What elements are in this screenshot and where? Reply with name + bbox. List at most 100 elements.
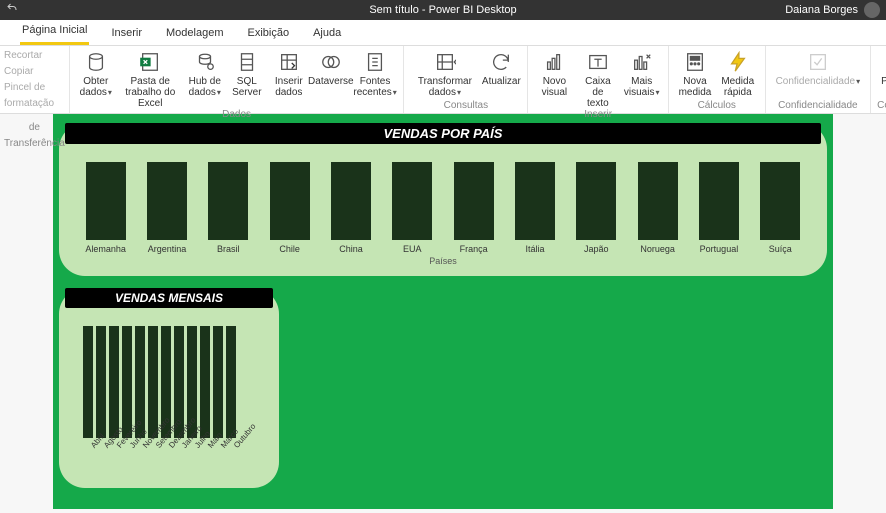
get-data-button[interactable]: Obter dados (76, 50, 116, 98)
data-hub-button[interactable]: Hub de dados (185, 50, 225, 98)
cut-button[interactable]: Recortar (4, 48, 65, 64)
quick-measure-button[interactable]: Medida rápida (717, 50, 759, 98)
ribbon: Recortar Copiar Pincel de formatação de … (0, 46, 886, 114)
text-box-button[interactable]: Caixa de texto (576, 50, 619, 109)
category-label: Japão (570, 244, 622, 254)
titlebar: Sem título - Power BI Desktop Daiana Bor… (0, 0, 886, 20)
new-visual-button[interactable]: Novo visual (534, 50, 574, 98)
textbox-icon (587, 50, 609, 74)
transform-icon (434, 50, 456, 74)
copy-button[interactable]: Copiar (4, 64, 65, 80)
enter-data-icon (278, 50, 300, 74)
report-canvas[interactable]: VENDAS POR PAÍS AlemanhaArgentinaBrasilC… (53, 114, 833, 509)
report-canvas-wrap[interactable]: VENDAS POR PAÍS AlemanhaArgentinaBrasilC… (0, 114, 886, 513)
app-title: Sem título - Power BI Desktop (0, 4, 886, 16)
avatar[interactable] (864, 2, 880, 18)
tab-home[interactable]: Página Inicial (20, 20, 89, 45)
ribbon-group-calc: Nova medida Medida rápida Cálculos (669, 46, 766, 113)
bar[interactable] (148, 326, 158, 438)
chart-1-xaxis-title: Países (59, 254, 827, 276)
visual-monthly-sales[interactable]: VENDAS MENSAIS AbrilAgostoFevereiroJunho… (59, 288, 279, 488)
ribbon-group-data: Obter dados Pasta de trabalho do Excel H… (70, 46, 405, 113)
bar[interactable] (213, 326, 223, 438)
format-painter-button[interactable]: Pincel de formatação (4, 80, 65, 112)
group-label-data: Dados (76, 109, 398, 122)
bar[interactable] (638, 162, 678, 240)
bar[interactable] (109, 326, 119, 438)
hub-icon (194, 50, 216, 74)
bar[interactable] (760, 162, 800, 240)
more-visuals-button[interactable]: Mais visuais (621, 50, 662, 98)
bar[interactable] (122, 326, 132, 438)
tab-view[interactable]: Exibição (245, 23, 291, 45)
bar[interactable] (392, 162, 432, 240)
bar[interactable] (699, 162, 739, 240)
tab-modeling[interactable]: Modelagem (164, 23, 225, 45)
group-label-insert: Inserir (534, 109, 662, 122)
measure-icon (684, 50, 706, 74)
ribbon-tabs: Página Inicial Inserir Modelagem Exibiçã… (0, 20, 886, 46)
recent-sources-button[interactable]: Fontes recentes (353, 50, 398, 98)
visual-icon (543, 50, 565, 74)
bar[interactable] (147, 162, 187, 240)
tab-insert[interactable]: Inserir (109, 23, 144, 45)
dataverse-icon (320, 50, 342, 74)
new-measure-button[interactable]: Nova medida (675, 50, 715, 98)
category-label: Itália (509, 244, 561, 254)
ribbon-group-clipboard: Recortar Copiar Pincel de formatação de … (0, 46, 70, 113)
transform-data-button[interactable]: Transformar dados (410, 50, 479, 98)
group-label-share: Compartilhar (877, 100, 886, 113)
bar[interactable] (270, 162, 310, 240)
bar[interactable] (226, 326, 236, 438)
sql-server-button[interactable]: SQL Server (227, 50, 267, 98)
category-label: Suíça (754, 244, 806, 254)
recent-icon (364, 50, 386, 74)
category-label: Chile (264, 244, 316, 254)
chart-2-xlabels: AbrilAgostoFevereiroJunhoNovembroSetembr… (81, 438, 275, 480)
bar[interactable] (200, 326, 210, 438)
refresh-icon (490, 50, 512, 74)
chart-1-xlabels: AlemanhaArgentinaBrasilChileChinaEUAFran… (59, 244, 827, 254)
category-label: Brasil (202, 244, 254, 254)
sql-icon (236, 50, 258, 74)
group-label-clipboard: de Transferência (4, 120, 65, 152)
bar[interactable] (208, 162, 248, 240)
dataverse-button[interactable]: Dataverse (311, 50, 351, 87)
bar[interactable] (86, 162, 126, 240)
bar[interactable] (454, 162, 494, 240)
database-icon (85, 50, 107, 74)
enter-data-button[interactable]: Inserir dados (269, 50, 309, 98)
sensitivity-icon (807, 50, 829, 74)
sensitivity-button: Confidencialidade (772, 50, 865, 87)
bar[interactable] (515, 162, 555, 240)
user-name[interactable]: Daiana Borges (785, 4, 858, 16)
bar[interactable] (96, 326, 106, 438)
group-label-queries: Consultas (410, 100, 521, 113)
ribbon-group-sensitivity: Confidencialidade Confidencialidade (766, 46, 872, 113)
undo-icon[interactable] (6, 2, 18, 17)
more-visuals-icon (631, 50, 653, 74)
chart-1-bars (59, 144, 827, 244)
category-label: França (448, 244, 500, 254)
chart-title-2: VENDAS MENSAIS (65, 288, 273, 308)
bar[interactable] (576, 162, 616, 240)
excel-icon (139, 50, 161, 74)
bar[interactable] (331, 162, 371, 240)
group-label-sensitivity: Confidencialidade (772, 100, 865, 113)
visual-sales-by-country[interactable]: VENDAS POR PAÍS AlemanhaArgentinaBrasilC… (59, 123, 827, 276)
refresh-button[interactable]: Atualizar (481, 50, 521, 87)
excel-button[interactable]: Pasta de trabalho do Excel (118, 50, 183, 109)
group-label-calc: Cálculos (675, 100, 759, 113)
chart-title-1: VENDAS POR PAÍS (65, 123, 821, 144)
ribbon-group-queries: Transformar dados Atualizar Consultas (404, 46, 528, 113)
ribbon-group-share: Publicar Compartilhar (871, 46, 886, 113)
ribbon-group-insert: Novo visual Caixa de texto Mais visuais … (528, 46, 669, 113)
category-label: Noruega (632, 244, 684, 254)
bar[interactable] (83, 326, 93, 438)
category-label: Alemanha (80, 244, 132, 254)
category-label: EUA (386, 244, 438, 254)
tab-help[interactable]: Ajuda (311, 23, 343, 45)
category-label: China (325, 244, 377, 254)
category-label: Portugual (693, 244, 745, 254)
publish-button[interactable]: Publicar (877, 50, 886, 87)
